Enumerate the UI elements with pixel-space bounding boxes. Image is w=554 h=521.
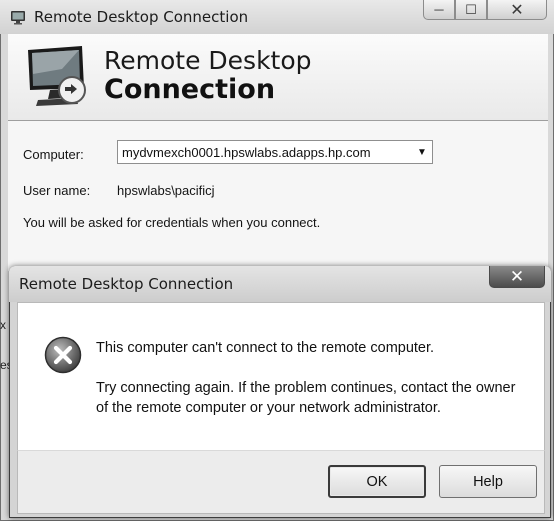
dialog-title: Remote Desktop Connection [19,275,234,293]
maximize-icon: ☐ [465,1,477,17]
dialog-content-area [17,302,545,450]
credentials-note: You will be asked for credentials when y… [23,215,321,230]
help-button[interactable]: Help [439,465,537,498]
error-message: This computer can't connect to the remot… [96,340,435,356]
username-value: hpswlabs\pacificj [117,183,215,198]
minimize-icon: ─ [434,2,444,17]
remote-desktop-monitor-icon [28,46,86,106]
header-title-line2: Connection [104,74,276,105]
close-icon: ✕ [509,266,525,286]
dialog-close-button[interactable]: ✕ [489,266,545,288]
error-icon [44,336,82,374]
error-detail: Try connecting again. If the problem con… [96,380,516,416]
computer-label: Computer: [23,147,84,162]
ok-button[interactable]: OK [328,465,426,498]
header-title-line1: Remote Desktop [104,46,312,75]
computer-combobox[interactable]: mydvmexch0001.hpswlabs.adapps.hp.com ▼ [117,140,433,164]
main-window-title: Remote Desktop Connection [34,8,249,26]
computer-value: mydvmexch0001.hpswlabs.adapps.hp.com [122,145,371,160]
app-icon [11,11,25,25]
username-label: User name: [23,183,91,198]
dropdown-arrow-icon[interactable]: ▼ [412,141,432,163]
close-icon: ✕ [510,1,524,19]
close-button[interactable]: ✕ [487,0,547,20]
minimize-button[interactable]: ─ [423,0,455,20]
maximize-button[interactable]: ☐ [455,0,487,20]
